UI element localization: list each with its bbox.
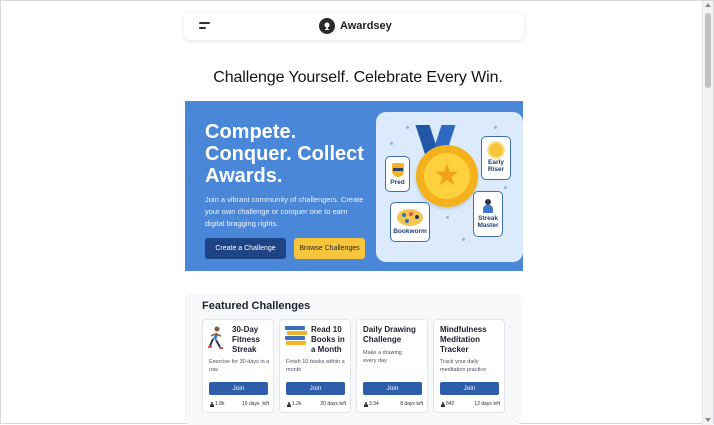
gold-medal-icon: ★ (416, 145, 478, 207)
sparkle-icon (504, 186, 507, 189)
badge-streak-master: Streak Master (473, 191, 503, 237)
days-left: 15 days left (242, 401, 269, 407)
participant-count: 3.34 (369, 401, 379, 407)
star-icon: ★ (433, 159, 461, 192)
sparkle-icon (462, 238, 465, 241)
brand[interactable]: Awardsey (319, 18, 392, 34)
books-icon (285, 326, 307, 346)
brand-name: Awardsey (340, 20, 392, 32)
hero-title: Compete. Conquer. Collect Awards. (205, 121, 364, 187)
participants-icon (209, 401, 214, 407)
vertical-scrollbar[interactable] (702, 1, 713, 425)
card-description: Exercise for 30 days in a row (209, 359, 270, 373)
challenge-card[interactable]: Mindfulness Meditation Tracker Track you… (433, 319, 505, 413)
days-left: 12 days left (474, 401, 500, 407)
sparkle-icon (406, 126, 409, 129)
card-stats: 842 12 days left (440, 401, 500, 407)
participant-count: 1.2k (292, 401, 302, 407)
hero-banner: Compete. Conquer. Collect Awards. Join a… (185, 101, 523, 271)
participant-count: 842 (446, 401, 455, 407)
trophy-logo-icon (319, 18, 335, 34)
browse-challenges-button[interactable]: Browse Challenges (294, 238, 365, 259)
challenge-card[interactable]: Read 10 Books in a Month Finish 10 books… (279, 319, 351, 413)
participants-icon (286, 401, 291, 407)
scrollbar-thumb[interactable] (705, 13, 711, 88)
card-description: Finish 10 books within a month (286, 359, 345, 373)
join-button[interactable]: Join (286, 382, 345, 395)
card-stats: 3.34 8 days left (363, 401, 423, 407)
card-description: Track your daily meditation practice (440, 359, 487, 373)
card-stats: 1.8k 15 days left (209, 401, 269, 407)
card-description: Make a drawing every day (363, 350, 402, 364)
create-challenge-button[interactable]: Create a Challenge (205, 238, 286, 259)
badge-pred: Pred (385, 156, 410, 192)
card-title: Mindfulness Meditation Tracker (440, 325, 487, 354)
join-button[interactable]: Join (363, 382, 422, 395)
palette-icon (397, 209, 423, 226)
meditating-person-icon (482, 199, 494, 213)
days-left: 8 days left (400, 401, 423, 407)
days-left: 20 days left (320, 401, 346, 407)
sun-icon (489, 143, 503, 157)
participants-icon (363, 401, 368, 407)
section-title: Featured Challenges (202, 300, 311, 312)
sparkle-icon (446, 216, 449, 219)
top-navbar: Awardsey (184, 12, 524, 40)
participant-count: 1.8k (215, 401, 225, 407)
card-title: Read 10 Books in a Month (311, 325, 345, 354)
challenge-card[interactable]: Daily Drawing Challenge Make a drawing e… (356, 319, 428, 413)
featured-challenges-section: Featured Challenges 30-Day Fitness Strea… (185, 294, 521, 425)
hero-description: Join a vibrant community of challengers.… (205, 195, 364, 228)
badge-bookworm: Bookworm (390, 202, 430, 242)
sparkle-icon (494, 126, 497, 129)
sparkle-icon (390, 142, 393, 145)
scroll-up-arrow-icon[interactable] (705, 3, 711, 7)
scroll-down-arrow-icon[interactable] (705, 418, 711, 422)
join-button[interactable]: Join (440, 382, 499, 395)
join-button[interactable]: Join (209, 382, 268, 395)
challenge-card[interactable]: 30-Day Fitness Streak Exercise for 30 da… (202, 319, 274, 413)
card-title: Daily Drawing Challenge (363, 325, 416, 344)
hamburger-menu-icon[interactable] (199, 22, 210, 30)
page-headline: Challenge Yourself. Celebrate Every Win. (213, 69, 503, 86)
card-title: 30-Day Fitness Streak (232, 325, 261, 354)
participants-icon (440, 401, 445, 407)
browser-viewport: Awardsey Challenge Yourself. Celebrate E… (0, 0, 714, 425)
runner-icon (208, 326, 223, 349)
awards-illustration: ★ Pred Early Riser Bookworm Streak Maste… (376, 112, 523, 262)
badge-early-riser: Early Riser (481, 136, 511, 180)
card-stats: 1.2k 20 days left (286, 401, 346, 407)
shield-icon (391, 162, 404, 177)
